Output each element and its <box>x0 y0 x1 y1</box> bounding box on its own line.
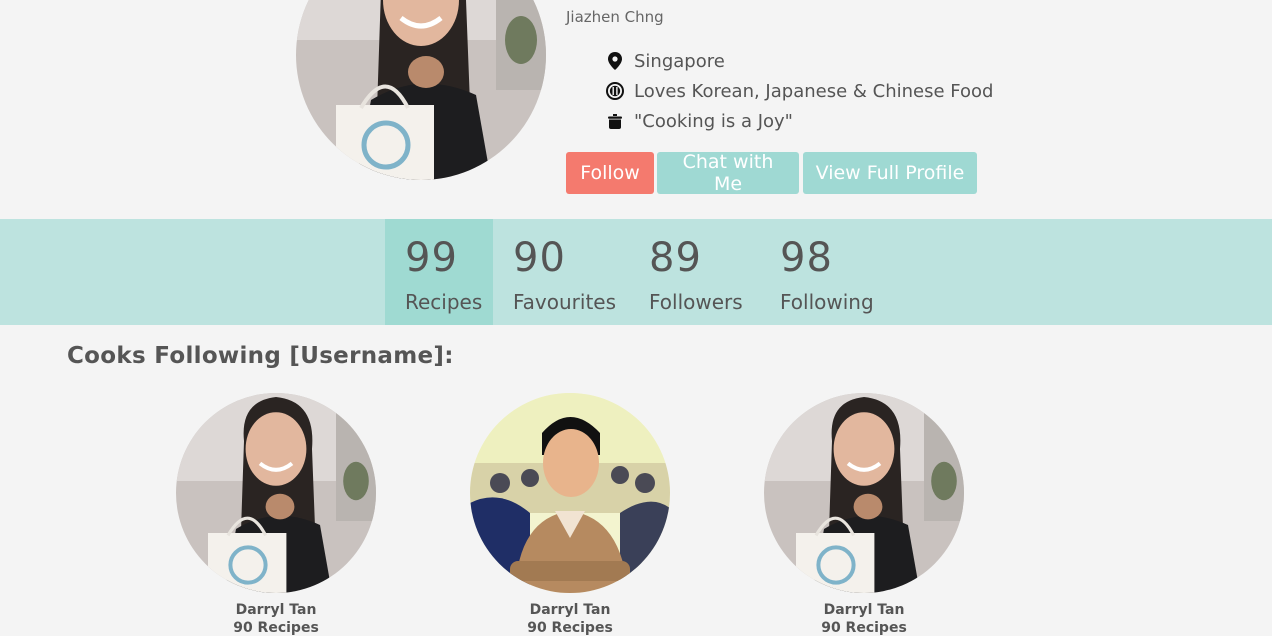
stat-recipes[interactable]: 99 Recipes <box>385 219 493 325</box>
stat-label: Followers <box>649 290 743 314</box>
stat-value: 99 <box>405 235 458 281</box>
cook-recipes: 90 Recipes <box>527 620 613 636</box>
stat-value: 90 <box>513 235 566 281</box>
profile-info-list: Singapore Loves Korean, Japanese & Chine… <box>606 46 993 136</box>
cook-name[interactable]: Darryl Tan <box>470 602 670 618</box>
cook-name[interactable]: Darryl Tan <box>176 602 376 618</box>
cook-avatar[interactable] <box>470 393 670 593</box>
location-row: Singapore <box>606 46 993 76</box>
motto-row: "Cooking is a Joy" <box>606 106 993 136</box>
stat-favourites[interactable]: 90 Favourites <box>493 219 629 325</box>
stat-followers[interactable]: 89 Followers <box>629 219 760 325</box>
section-title: Cooks Following [Username]: <box>67 343 454 369</box>
stats-bar: 99 Recipes 90 Favourites 89 Followers 98… <box>0 219 1272 325</box>
stat-following[interactable]: 98 Following <box>760 219 890 325</box>
profile-avatar <box>296 0 546 180</box>
cook-card[interactable]: Darryl Tan 90 Recipes <box>764 393 964 636</box>
follow-button[interactable]: Follow <box>566 152 654 194</box>
cook-recipes: 90 Recipes <box>821 620 907 636</box>
stat-label: Favourites <box>513 290 617 314</box>
location-text: Singapore <box>634 50 725 72</box>
motto-text: "Cooking is a Joy" <box>634 110 793 132</box>
food-row: Loves Korean, Japanese & Chinese Food <box>606 76 993 106</box>
stat-label: Following <box>780 290 874 314</box>
stat-value: 98 <box>780 235 833 281</box>
view-full-profile-button[interactable]: View Full Profile <box>803 152 977 194</box>
cook-card[interactable]: Darryl Tan 90 Recipes <box>470 393 670 636</box>
stat-value: 89 <box>649 235 702 281</box>
pot-icon <box>606 112 624 130</box>
profile-name: Jiazhen Chng <box>566 8 664 26</box>
cook-avatar[interactable] <box>176 393 376 593</box>
cook-name[interactable]: Darryl Tan <box>764 602 964 618</box>
cook-avatar[interactable] <box>764 393 964 593</box>
chat-button[interactable]: Chat with Me <box>657 151 799 195</box>
food-text: Loves Korean, Japanese & Chinese Food <box>634 80 994 102</box>
utensils-icon <box>606 82 624 100</box>
stat-label: Recipes <box>405 290 483 314</box>
profile-actions: Follow Chat with Me View Full Profile <box>566 151 977 195</box>
cook-card[interactable]: Darryl Tan 90 Recipes <box>176 393 376 636</box>
map-pin-icon <box>606 52 624 70</box>
cook-recipes: 90 Recipes <box>233 620 319 636</box>
